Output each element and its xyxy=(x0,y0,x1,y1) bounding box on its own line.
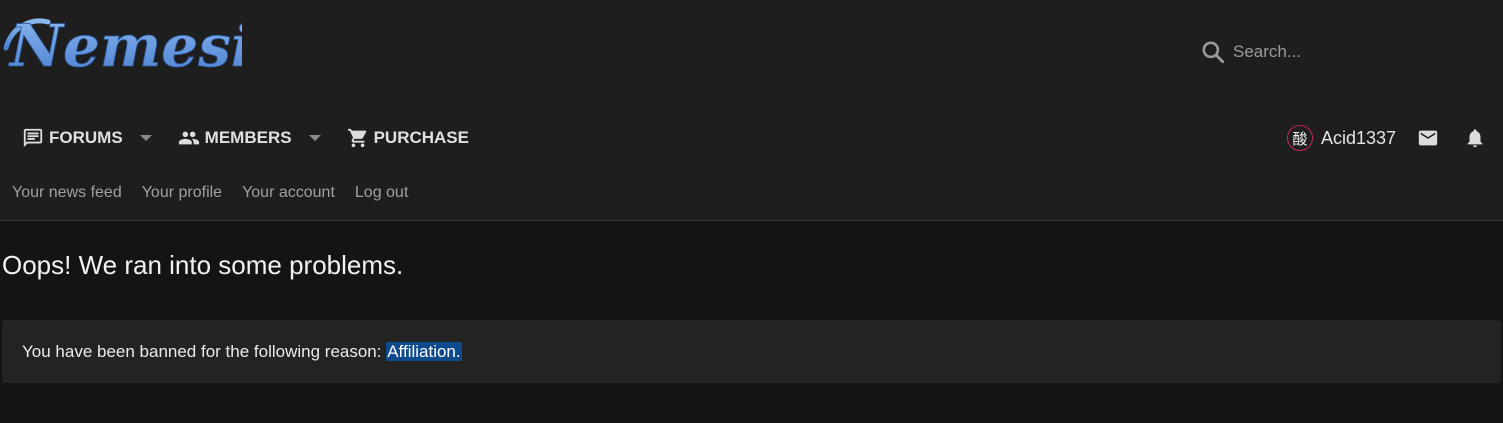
forum-icon xyxy=(23,128,43,148)
search-placeholder[interactable]: Search... xyxy=(1233,42,1301,62)
nav-forums-label: FORUMS xyxy=(49,128,123,147)
ban-reason: Affiliation. xyxy=(386,342,462,361)
error-message-box: You have been banned for the following r… xyxy=(2,320,1501,383)
bell-icon[interactable] xyxy=(1464,127,1486,149)
members-icon xyxy=(178,131,199,145)
cart-icon xyxy=(347,128,366,148)
chevron-down-icon[interactable] xyxy=(308,134,321,142)
site-logo[interactable]: Nemesis xyxy=(2,8,286,89)
nav-members-label: MEMBERS xyxy=(204,128,292,147)
chevron-down-icon[interactable] xyxy=(139,134,152,142)
nav-purchase-label: PURCHASE xyxy=(373,128,469,147)
nav-forums[interactable]: FORUMS xyxy=(22,120,123,156)
error-message: You have been banned for the following r… xyxy=(22,342,462,362)
logo-image: Nemesis xyxy=(3,12,286,80)
avatar[interactable]: 酸 xyxy=(1287,125,1313,151)
main-nav: FORUMS MEMBERS PURCHASE xyxy=(0,120,469,156)
search-box[interactable]: Search... xyxy=(1200,38,1301,66)
nav-members[interactable]: MEMBERS xyxy=(178,120,292,156)
link-news-feed[interactable]: Your news feed xyxy=(12,184,122,202)
mail-icon[interactable] xyxy=(1417,127,1439,149)
username[interactable]: Acid1337 xyxy=(1321,128,1396,149)
link-your-account[interactable]: Your account xyxy=(242,184,335,202)
site-header: Nemesis Search... FORUMS MEMBERS xyxy=(0,0,1503,221)
error-message-text: You have been banned for the following r… xyxy=(22,342,387,361)
account-sub-nav: Your news feed Your profile Your account… xyxy=(12,184,428,202)
link-your-profile[interactable]: Your profile xyxy=(142,184,222,202)
link-log-out[interactable]: Log out xyxy=(355,184,408,202)
user-menu: 酸 Acid1337 xyxy=(1287,122,1486,154)
page-title: Oops! We ran into some problems. xyxy=(2,250,404,280)
nav-purchase[interactable]: PURCHASE xyxy=(347,120,469,156)
search-icon[interactable] xyxy=(1200,39,1226,65)
logo-wordmark: Nemesis xyxy=(8,12,242,80)
